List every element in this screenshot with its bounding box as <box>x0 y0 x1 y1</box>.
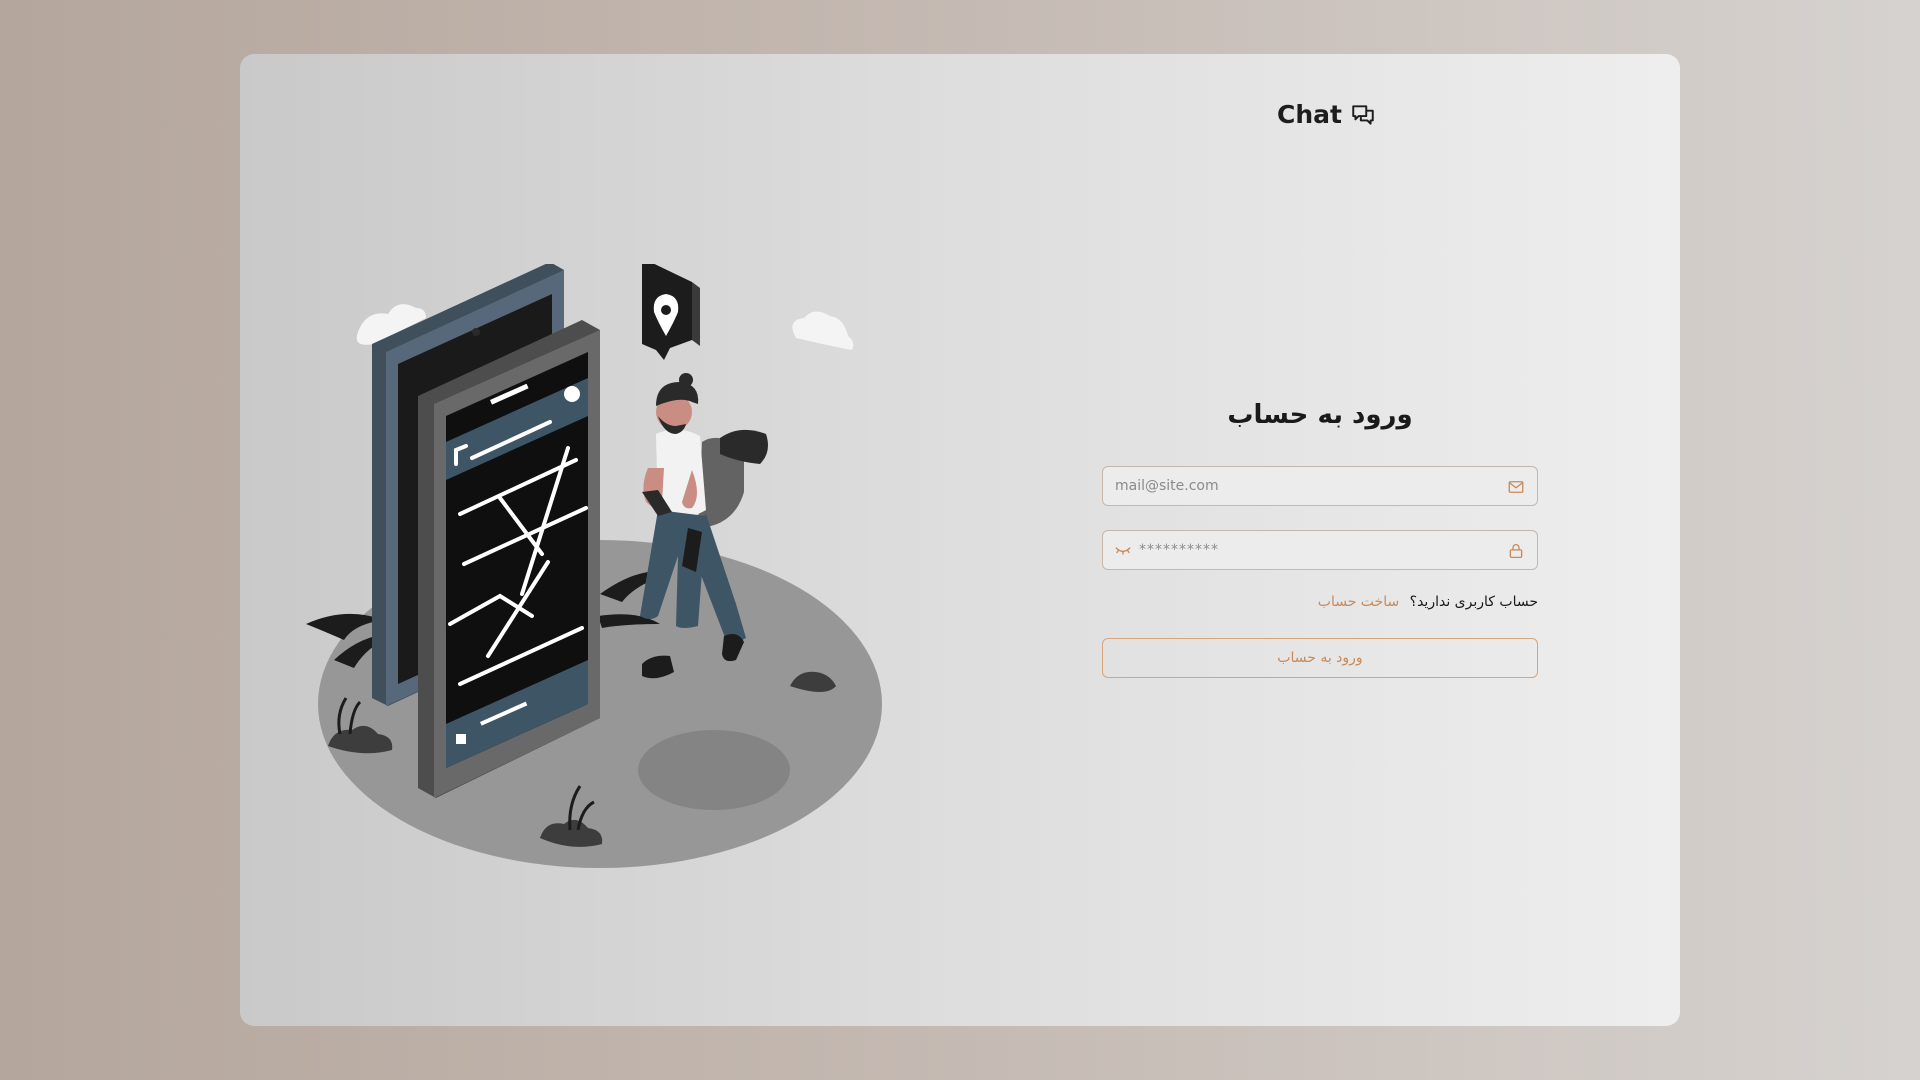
email-input[interactable] <box>1103 467 1537 505</box>
email-field-wrapper <box>1102 466 1538 506</box>
login-title: ورود به حساب <box>1227 400 1413 430</box>
password-input[interactable] <box>1103 531 1537 569</box>
signup-prompt: حساب کاربری ندارید؟ ساخت حساب <box>1102 594 1538 610</box>
chat-bubbles-icon <box>1352 104 1374 125</box>
signup-link[interactable]: ساخت حساب <box>1318 594 1399 610</box>
travel-map-illustration <box>306 264 882 868</box>
lock-icon <box>1509 544 1523 559</box>
password-field-wrapper <box>1102 530 1538 570</box>
login-card: Chat ورود به حساب حساب کاربری ندارید؟ سا… <box>240 54 1680 1026</box>
eye-closed-icon[interactable] <box>1114 543 1132 559</box>
brand-logo: Chat <box>1277 100 1376 129</box>
no-account-text: حساب کاربری ندارید؟ <box>1409 594 1538 610</box>
brand-name: Chat <box>1277 100 1342 129</box>
login-button[interactable]: ورود به حساب <box>1102 638 1538 678</box>
mail-icon <box>1508 481 1524 493</box>
